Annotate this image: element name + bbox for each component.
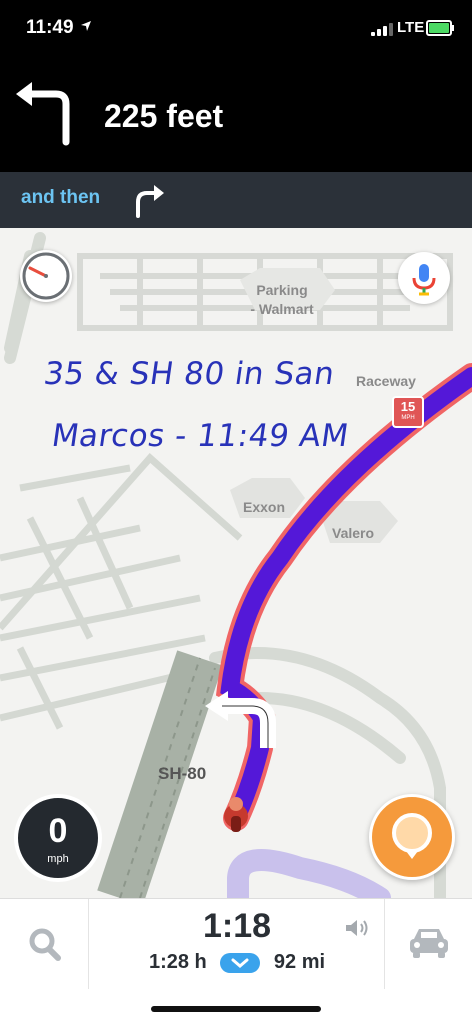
handwritten-annotation-line1: 35 & SH 80 in San bbox=[41, 356, 337, 392]
current-speed: 0 bbox=[48, 812, 68, 850]
battery-icon bbox=[426, 20, 452, 36]
speed-unit: mph bbox=[47, 853, 69, 865]
trip-distance: 92 mi bbox=[273, 951, 326, 974]
signal-strength-icon bbox=[371, 22, 393, 36]
network-type: LTE bbox=[397, 19, 425, 36]
location-arrow-icon bbox=[81, 21, 91, 31]
search-button[interactable] bbox=[20, 921, 70, 969]
poi-parking-walmart[interactable]: Parking - Walmart bbox=[222, 281, 342, 319]
voice-command-button[interactable] bbox=[398, 252, 450, 304]
chevron-down-icon bbox=[231, 958, 249, 968]
speed-limit-sign: 15 MPH bbox=[392, 396, 424, 428]
trip-duration: 1:28 h bbox=[148, 951, 207, 974]
my-waze-button[interactable] bbox=[402, 919, 456, 969]
turn-left-icon bbox=[16, 82, 70, 146]
report-button[interactable] bbox=[369, 794, 455, 880]
expand-trip-button[interactable] bbox=[220, 952, 261, 973]
next-turn-bar: and then bbox=[0, 172, 472, 228]
road-label-sh80: SH-80 bbox=[158, 764, 207, 783]
turn-instruction-panel[interactable]: 225 feet bbox=[0, 58, 472, 172]
arrival-time: 1:18 bbox=[202, 907, 272, 945]
speed-limit-value: 15 bbox=[400, 399, 416, 414]
poi-raceway[interactable]: Raceway bbox=[356, 373, 416, 389]
car-icon bbox=[410, 929, 448, 958]
handwritten-annotation-line2: Marcos - 11:49 AM bbox=[49, 418, 352, 454]
poi-valero[interactable]: Valero bbox=[332, 525, 374, 541]
turn-right-icon bbox=[136, 185, 164, 218]
speed-limit-unit: MPH bbox=[401, 415, 415, 421]
microphone-icon bbox=[412, 264, 436, 296]
home-indicator[interactable] bbox=[151, 1006, 321, 1012]
status-bar: 11:49 LTE bbox=[0, 0, 472, 58]
compass-icon bbox=[22, 252, 70, 300]
report-pin-icon bbox=[392, 813, 432, 859]
search-icon bbox=[29, 928, 61, 961]
speedometer: 0 mph bbox=[14, 794, 102, 882]
turn-distance: 225 feet bbox=[104, 98, 224, 134]
compass-button[interactable] bbox=[20, 250, 72, 302]
poi-exxon[interactable]: Exxon bbox=[243, 499, 285, 515]
volume-icon[interactable] bbox=[344, 917, 370, 939]
status-time: 11:49 bbox=[26, 17, 74, 38]
then-label: and then bbox=[21, 187, 101, 208]
